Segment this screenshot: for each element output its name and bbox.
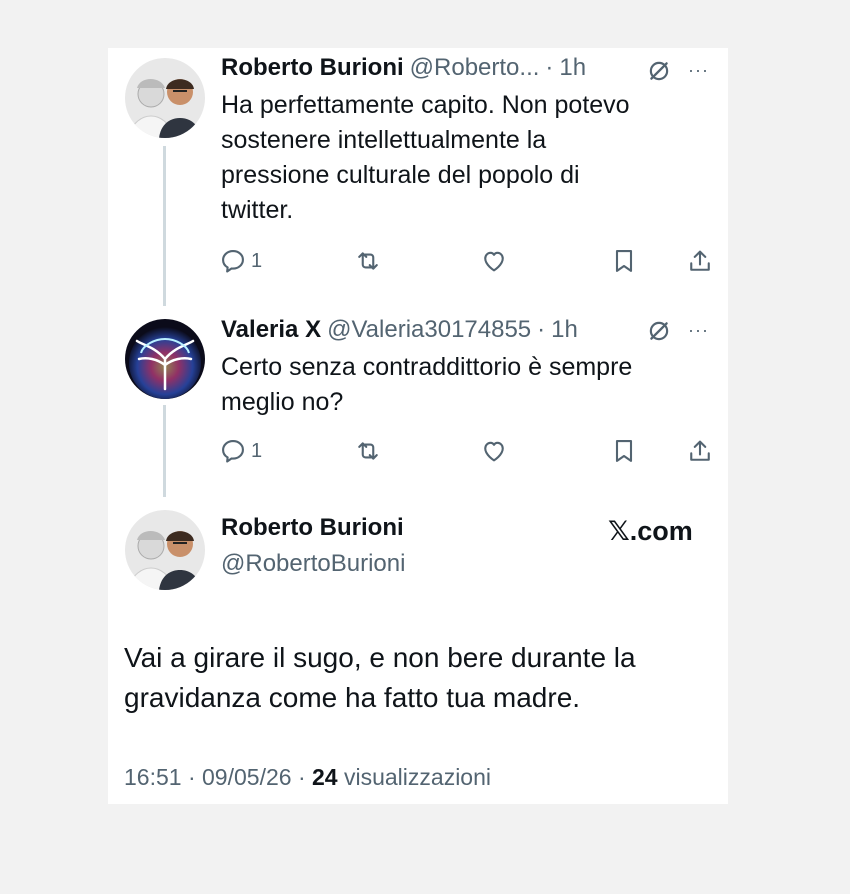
tweet-text-line: gravidanza come ha fatto tua madre. (124, 682, 581, 713)
retweet-button[interactable] (354, 437, 382, 465)
bookmark-button[interactable] (610, 247, 638, 275)
tweet-text-line: twitter. (221, 196, 294, 224)
like-button[interactable] (480, 247, 508, 275)
bookmark-button[interactable] (610, 437, 638, 465)
retweet-button[interactable] (354, 247, 382, 275)
grok-icon[interactable] (646, 58, 672, 84)
reply-button[interactable]: 1 (219, 437, 262, 465)
separator: · (537, 316, 546, 343)
thread-line (163, 405, 166, 497)
tweet-text: Certo senza contraddittorio è sempre meg… (221, 350, 701, 420)
author-handle[interactable]: @Roberto... (410, 54, 540, 82)
share-icon (686, 247, 714, 275)
tweet-header: Roberto Burioni @Roberto... · 1h (221, 54, 586, 82)
post-time[interactable]: 16:51 (124, 764, 182, 790)
separator: · (187, 764, 196, 790)
tweet-text: Ha perfettamente capito. Non potevo sost… (221, 88, 701, 228)
tweet-text-line: Certo senza contraddittorio è sempre (221, 353, 633, 381)
grok-icon[interactable] (646, 318, 672, 344)
retweet-icon (354, 247, 382, 275)
author-name[interactable]: Valeria X (221, 316, 321, 344)
post-date[interactable]: 09/05/26 (202, 764, 292, 790)
tweet-text-line: meglio no? (221, 388, 344, 416)
more-icon[interactable]: ··· (688, 60, 709, 81)
like-icon (480, 247, 508, 275)
tweet-text-line: sostenere intellettualmente la (221, 126, 547, 154)
author-name[interactable]: Roberto Burioni (221, 514, 404, 542)
timestamp[interactable]: 1h (559, 54, 586, 82)
bookmark-icon (610, 247, 638, 275)
like-icon (480, 437, 508, 465)
thread-line (163, 146, 166, 306)
timestamp[interactable]: 1h (551, 316, 578, 344)
reply-count: 1 (251, 249, 263, 272)
avatar[interactable] (125, 319, 205, 399)
share-button[interactable] (686, 247, 714, 275)
tweet-footer: 16:51 · 09/05/26 · 24 visualizzazioni (124, 764, 491, 791)
x-com-watermark: 𝕏.com (608, 516, 693, 546)
avatar[interactable] (125, 510, 205, 590)
main-tweet-text: Vai a girare il sugo, e non bere durante… (124, 638, 724, 718)
views-count: 24 (312, 764, 338, 790)
tweet-text-line: Ha perfettamente capito. Non potevo (221, 91, 630, 119)
separator: · (297, 764, 306, 790)
separator: · (545, 54, 554, 81)
share-icon (686, 437, 714, 465)
reply-button[interactable]: 1 (219, 247, 262, 275)
more-icon[interactable]: ··· (688, 320, 709, 341)
author-handle[interactable]: @RobertoBurioni (221, 550, 405, 578)
reply-icon (219, 437, 247, 465)
tweet-text-line: pressione culturale del popolo di (221, 161, 580, 189)
tweet-header: Valeria X @Valeria30174855 · 1h (221, 316, 578, 344)
retweet-icon (354, 437, 382, 465)
author-handle[interactable]: @Valeria30174855 (327, 316, 531, 344)
author-name[interactable]: Roberto Burioni (221, 54, 404, 82)
bookmark-icon (610, 437, 638, 465)
like-button[interactable] (480, 437, 508, 465)
reply-icon (219, 247, 247, 275)
avatar[interactable] (125, 58, 205, 138)
share-button[interactable] (686, 437, 714, 465)
tweet-text-line: Vai a girare il sugo, e non bere durante… (124, 642, 636, 673)
reply-count: 1 (251, 439, 263, 462)
views-label: visualizzazioni (343, 764, 491, 790)
